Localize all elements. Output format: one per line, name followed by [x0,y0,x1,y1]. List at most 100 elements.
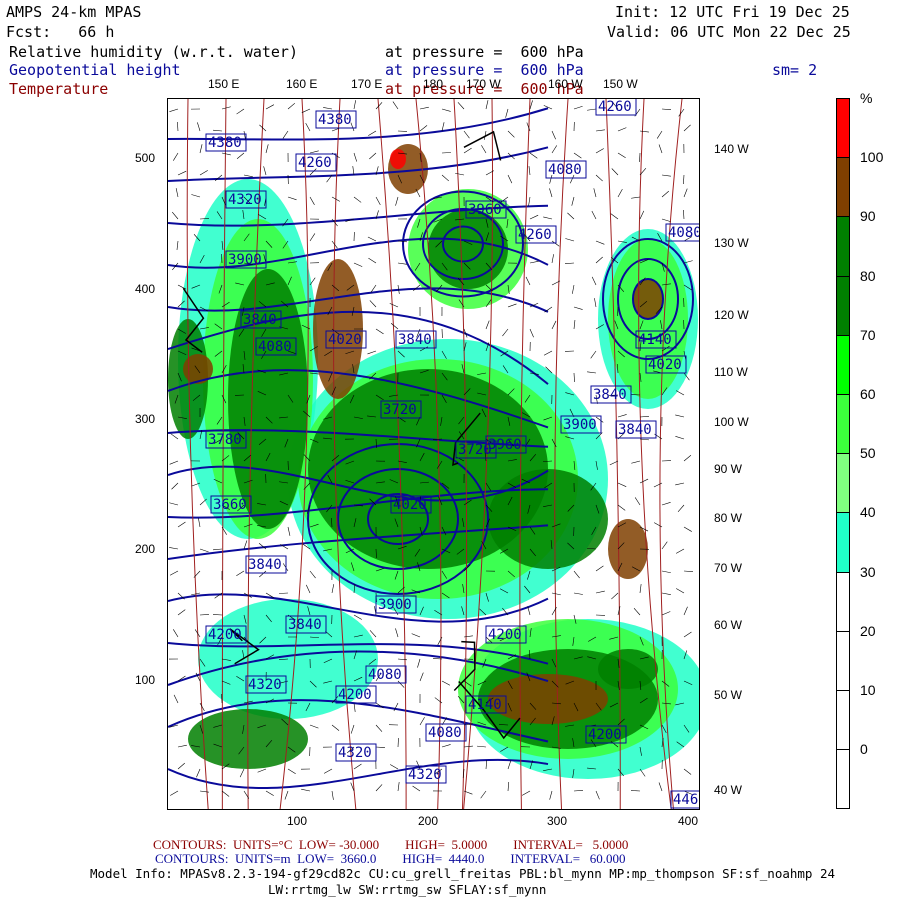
colorbar-label: 10 [860,682,876,698]
height-contour-info: CONTOURS: UNITS=m LOW= 3660.0 HIGH= 4440… [155,851,626,866]
wind-barb [323,768,333,774]
height-contour-label: 4020 [390,495,432,514]
label-text: 4200 [208,627,242,643]
wind-barb [571,196,575,206]
wind-barb [676,588,685,594]
valid-time: Valid: 06 UTC Mon 22 Dec 25 [607,23,851,41]
right-longitude-label: 130 W [714,236,749,250]
smoothing: sm= 2 [772,61,818,79]
wind-barb [595,129,605,132]
top-longitude-label: 160 W [548,77,583,91]
wind-barb [199,790,209,793]
wind-barb [639,416,649,418]
field-rh: Relative humidity (w.r.t. water) [9,43,298,61]
wind-barb [419,717,425,726]
wind-barb [243,540,248,550]
wind-barb [528,166,531,176]
wind-barb [169,502,179,506]
wind-barb [683,209,685,220]
wind-barb [397,262,407,265]
wind-barb [683,606,688,616]
wind-barb [573,570,580,579]
model-info: Model Info: MPASv8.2.3-194-gf29cd82c CU:… [90,866,836,881]
label-text: 4200 [488,627,522,643]
label-text: 4020 [393,497,427,513]
colorbar-segment [836,571,850,632]
wind-barb [212,614,223,616]
wind-barb [587,371,597,374]
field-height: Geopotential height [9,61,181,79]
wind-barb [529,152,538,159]
wind-barb [375,724,383,732]
x-tick-label: 300 [547,814,568,828]
height-contour-label: 4320 [225,190,267,209]
wind-barb [169,570,179,576]
wind-barb [173,629,179,638]
label-text: 3900 [563,417,597,433]
wind-barb [590,350,597,359]
wind-barb [565,238,575,242]
height-contour-label: 4260 [295,153,337,172]
wind-barb [441,108,451,112]
wind-barb [173,694,179,704]
wind-barb [305,584,311,594]
wind-barb [441,744,451,748]
wind-barb [175,188,179,198]
wind-barb [617,152,626,159]
forecast-hour: Fcst: 66 h [6,23,115,41]
wind-barb [265,144,269,154]
wind-barb [287,102,296,110]
humidity-shading [598,649,658,689]
height-contour-label: 4080 [365,665,407,684]
wind-barb [177,170,187,176]
wind-barb [549,790,553,800]
height-contour-label: 3720 [380,400,422,419]
wind-barb [507,303,517,308]
wind-barb [529,214,539,220]
wind-barb [392,101,399,110]
label-text: 3840 [248,557,282,573]
wind-barb [309,570,316,579]
wind-barb [573,372,575,383]
wind-barb [331,584,335,594]
colorbar-segment [836,216,850,277]
x-tick-label: 100 [287,814,308,828]
wind-barb [419,125,428,132]
height-contour-label: 3900 [225,250,267,269]
y-tick-label: 100 [135,673,156,687]
field-rh-level: at pressure = 600 hPa [385,43,584,61]
wind-barb [177,744,187,748]
y-tick-label: 500 [135,151,156,165]
wind-barb [282,130,289,139]
wind-barb [170,790,179,796]
wind-barb [353,763,362,770]
wind-barb [213,548,223,551]
wind-barb [507,130,515,138]
wind-barb [594,298,597,308]
wind-barb [525,276,531,286]
right-longitude-label: 70 W [714,561,743,575]
wind-barb [176,240,179,250]
wind-barb [683,124,691,132]
colorbar-segment [836,394,850,455]
label-text: 4080 [428,725,462,741]
wind-barb [661,570,671,574]
label-text: 4020 [648,357,682,373]
wind-barb [549,188,553,198]
label-text: 3780 [208,432,242,448]
wind-barb [331,724,340,731]
wind-barb [573,306,583,310]
wind-barb [617,482,627,487]
wind-barb [485,760,488,770]
wind-barb [305,122,311,132]
wind-barb [481,145,487,154]
wind-barb [631,196,641,199]
wind-barb [595,590,605,594]
label-text: 4380 [318,112,352,128]
wind-barb [502,328,509,337]
height-contour-label: 4260 [595,99,637,116]
wind-barb [551,254,554,264]
label-text: 4200 [588,727,622,743]
wind-barb [485,320,490,330]
wind-barb [661,541,668,550]
